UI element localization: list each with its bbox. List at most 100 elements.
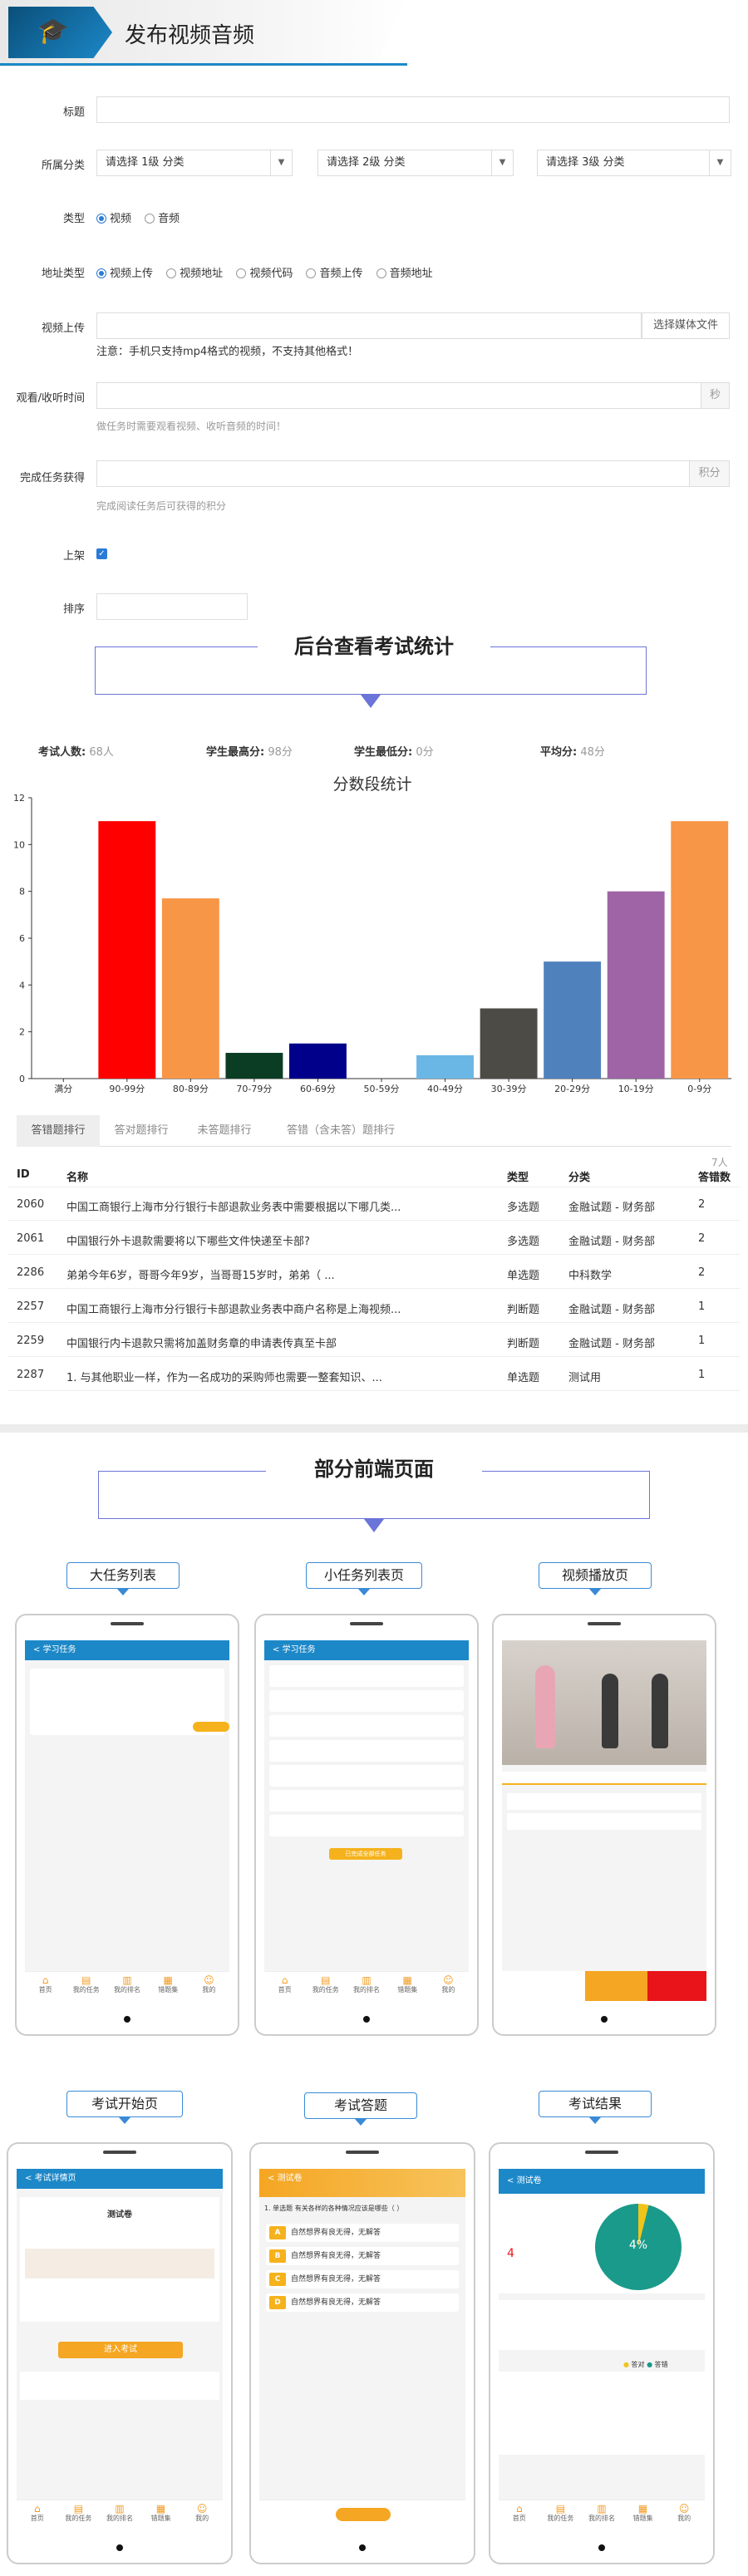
addr-option-video-url[interactable]: 视频地址 xyxy=(166,264,223,280)
row-type: 单选题 xyxy=(507,1270,540,1282)
nav-home[interactable]: ⌂ 首页 xyxy=(499,2500,540,2529)
category-level2-select[interactable]: 请选择 2级 分类 ▼ xyxy=(317,150,514,176)
row-name: 中国工商银行上海市分行银行卡部退款业务表中需要根据以下哪几类... xyxy=(66,1202,401,1214)
nav-me[interactable]: ☺ 我的 xyxy=(189,1972,229,2001)
radio-unchecked-icon xyxy=(145,214,155,224)
x-tick-label: 10-19分 xyxy=(618,1084,654,1094)
list-item[interactable] xyxy=(269,1715,464,1737)
nav-me[interactable]: ☺ 我的 xyxy=(663,2500,705,2529)
shelf-checkbox[interactable]: ✓ xyxy=(96,548,107,559)
addr-option-audio-upload[interactable]: 音频上传 xyxy=(306,264,362,280)
nav-label: 错题集 xyxy=(397,1986,418,1993)
sort-input[interactable] xyxy=(96,593,248,620)
phone-screen: < 学习任务 已完成全部任务 ⌂ 首页 ▤ 我的任务 ▥ 我的排名 ▦ 错题集 ☺ 我的 xyxy=(264,1640,469,2001)
points-input[interactable] xyxy=(96,460,690,487)
option-label: 视频上传 xyxy=(110,268,154,280)
all-tasks-complete-button[interactable]: 已完成全部任务 xyxy=(329,1848,402,1860)
answer-option-d[interactable]: D 自然想界有良无得，无解答 xyxy=(266,2293,459,2312)
tab-correct-ranking[interactable]: 答对题排行 xyxy=(100,1115,183,1147)
rank-icon: ▥ xyxy=(597,2503,607,2515)
bottom-nav: ⌂ 首页 ▤ 我的任务 ▥ 我的排名 ▦ 错题集 ☺ 我的 xyxy=(25,1971,229,2001)
category-level1-select[interactable]: 请选择 1级 分类 ▼ xyxy=(96,150,293,176)
next-button[interactable] xyxy=(647,1971,706,2001)
nav-home[interactable]: ⌂ 首页 xyxy=(264,1972,305,2001)
watch-time-input[interactable] xyxy=(96,382,701,409)
prev-button[interactable] xyxy=(585,1971,647,2001)
submit-button[interactable] xyxy=(336,2508,391,2521)
list-item[interactable] xyxy=(269,1665,464,1687)
choose-media-button[interactable]: 选择媒体文件 xyxy=(642,312,730,339)
nav-wrong-set[interactable]: ▦ 错题集 xyxy=(148,1972,189,2001)
nav-me[interactable]: ☺ 我的 xyxy=(181,2500,223,2529)
avg-score-stat: 平均分: 48分 xyxy=(540,743,605,759)
category-level2-value: 请选择 2级 分类 xyxy=(327,156,406,169)
tab-wrong-ranking[interactable]: 答错题排行 xyxy=(17,1115,100,1147)
row-id: 2060 xyxy=(17,1198,45,1211)
title-input[interactable] xyxy=(96,96,730,123)
nav-rank[interactable]: ▥ 我的排名 xyxy=(581,2500,623,2529)
chart-bar xyxy=(480,1008,538,1079)
nav-home[interactable]: ⌂ 首页 xyxy=(17,2500,58,2529)
nav-home[interactable]: ⌂ 首页 xyxy=(25,1972,66,2001)
list-item[interactable] xyxy=(269,1815,464,1836)
nav-tasks[interactable]: ▤ 我的任务 xyxy=(66,1972,106,2001)
sort-label: 排序 xyxy=(62,603,85,616)
nav-label: 我的任务 xyxy=(72,1986,100,1993)
nav-wrong-set[interactable]: ▦ 错题集 xyxy=(623,2500,664,2529)
list-item[interactable] xyxy=(507,1813,701,1830)
answer-option-a[interactable]: A 自然想界有良无得，无解答 xyxy=(266,2224,459,2242)
upload-path-input[interactable] xyxy=(96,312,642,339)
nav-rank[interactable]: ▥ 我的排名 xyxy=(106,1972,147,2001)
row-divider xyxy=(8,1356,740,1357)
answer-option-b[interactable]: B 自然想界有良无得，无解答 xyxy=(266,2247,459,2265)
answer-option-c[interactable]: C 自然想界有良无得，无解答 xyxy=(266,2270,459,2288)
stat-label: 学生最低分: xyxy=(354,746,413,759)
tab-wrong-unanswered-ranking[interactable]: 答错（含未答）题排行 xyxy=(266,1115,416,1147)
bottom-nav: ⌂ 首页 ▤ 我的任务 ▥ 我的排名 ▦ 错题集 ☺ 我的 xyxy=(17,2500,223,2529)
rank-icon: ▥ xyxy=(362,1974,372,1986)
nav-wrong-set[interactable]: ▦ 错题集 xyxy=(140,2500,182,2529)
list-item[interactable] xyxy=(507,1793,701,1810)
row-name: 中国银行内卡退款只需将加盖财务章的申请表传真至卡部 xyxy=(66,1338,337,1350)
ranking-tabs: 答错题排行 答对题排行 未答题排行 答错（含未答）题排行 xyxy=(17,1115,731,1147)
type-option-video[interactable]: 视频 xyxy=(96,209,131,225)
video-tabs[interactable] xyxy=(502,1772,706,1785)
type-option-audio[interactable]: 音频 xyxy=(145,209,180,225)
addr-option-video-upload[interactable]: 视频上传 xyxy=(96,264,153,280)
list-item[interactable] xyxy=(269,1790,464,1812)
y-tick-label: 10 xyxy=(13,839,25,850)
addr-option-audio-url[interactable]: 音频地址 xyxy=(376,264,433,280)
nav-me[interactable]: ☺ 我的 xyxy=(428,1972,469,2001)
x-tick-label: 60-69分 xyxy=(300,1084,336,1094)
row-divider xyxy=(8,1254,740,1255)
list-item[interactable] xyxy=(269,1765,464,1787)
y-tick-label: 4 xyxy=(19,980,25,991)
row-divider xyxy=(8,1322,740,1323)
bottom-nav: ⌂ 首页 ▤ 我的任务 ▥ 我的排名 ▦ 错题集 ☺ 我的 xyxy=(264,1971,469,2001)
nav-tasks[interactable]: ▤ 我的任务 xyxy=(58,2500,100,2529)
callout-big-task-list: 大任务列表 xyxy=(66,1562,180,1595)
nav-favorite[interactable] xyxy=(544,1971,585,2001)
chevron-down-icon: ▼ xyxy=(709,150,731,175)
nav-wrong-set[interactable]: ▦ 错题集 xyxy=(387,1972,428,2001)
list-item[interactable] xyxy=(269,1740,464,1762)
callout-exam-start: 考试开始页 xyxy=(66,2091,183,2124)
task-action-button[interactable] xyxy=(193,1722,229,1732)
chart-x-ticks: 满分 90-99分 80-89分 70-79分 60-69分 50-59分 40-49分 30… xyxy=(54,1079,711,1094)
addr-option-video-code[interactable]: 视频代码 xyxy=(236,264,293,280)
score-percent: 4% xyxy=(628,2239,648,2252)
callout-video-player: 视频播放页 xyxy=(539,1562,652,1595)
list-item[interactable] xyxy=(269,1690,464,1712)
chart-bar xyxy=(161,898,219,1079)
category-level3-select[interactable]: 请选择 3级 分类 ▼ xyxy=(537,150,731,176)
nav-tasks[interactable]: ▤ 我的任务 xyxy=(540,2500,582,2529)
nav-rank[interactable]: ▥ 我的排名 xyxy=(99,2500,140,2529)
option-label: 音频 xyxy=(158,213,180,225)
row-type: 多选题 xyxy=(507,1236,540,1248)
enter-exam-button[interactable]: 进入考试 xyxy=(58,2342,183,2358)
row-category: 金融试题 - 财务部 xyxy=(568,1304,655,1316)
nav-home[interactable] xyxy=(502,1971,544,2001)
nav-tasks[interactable]: ▤ 我的任务 xyxy=(305,1972,346,2001)
nav-rank[interactable]: ▥ 我的排名 xyxy=(346,1972,386,2001)
tab-unanswered-ranking[interactable]: 未答题排行 xyxy=(183,1115,266,1147)
